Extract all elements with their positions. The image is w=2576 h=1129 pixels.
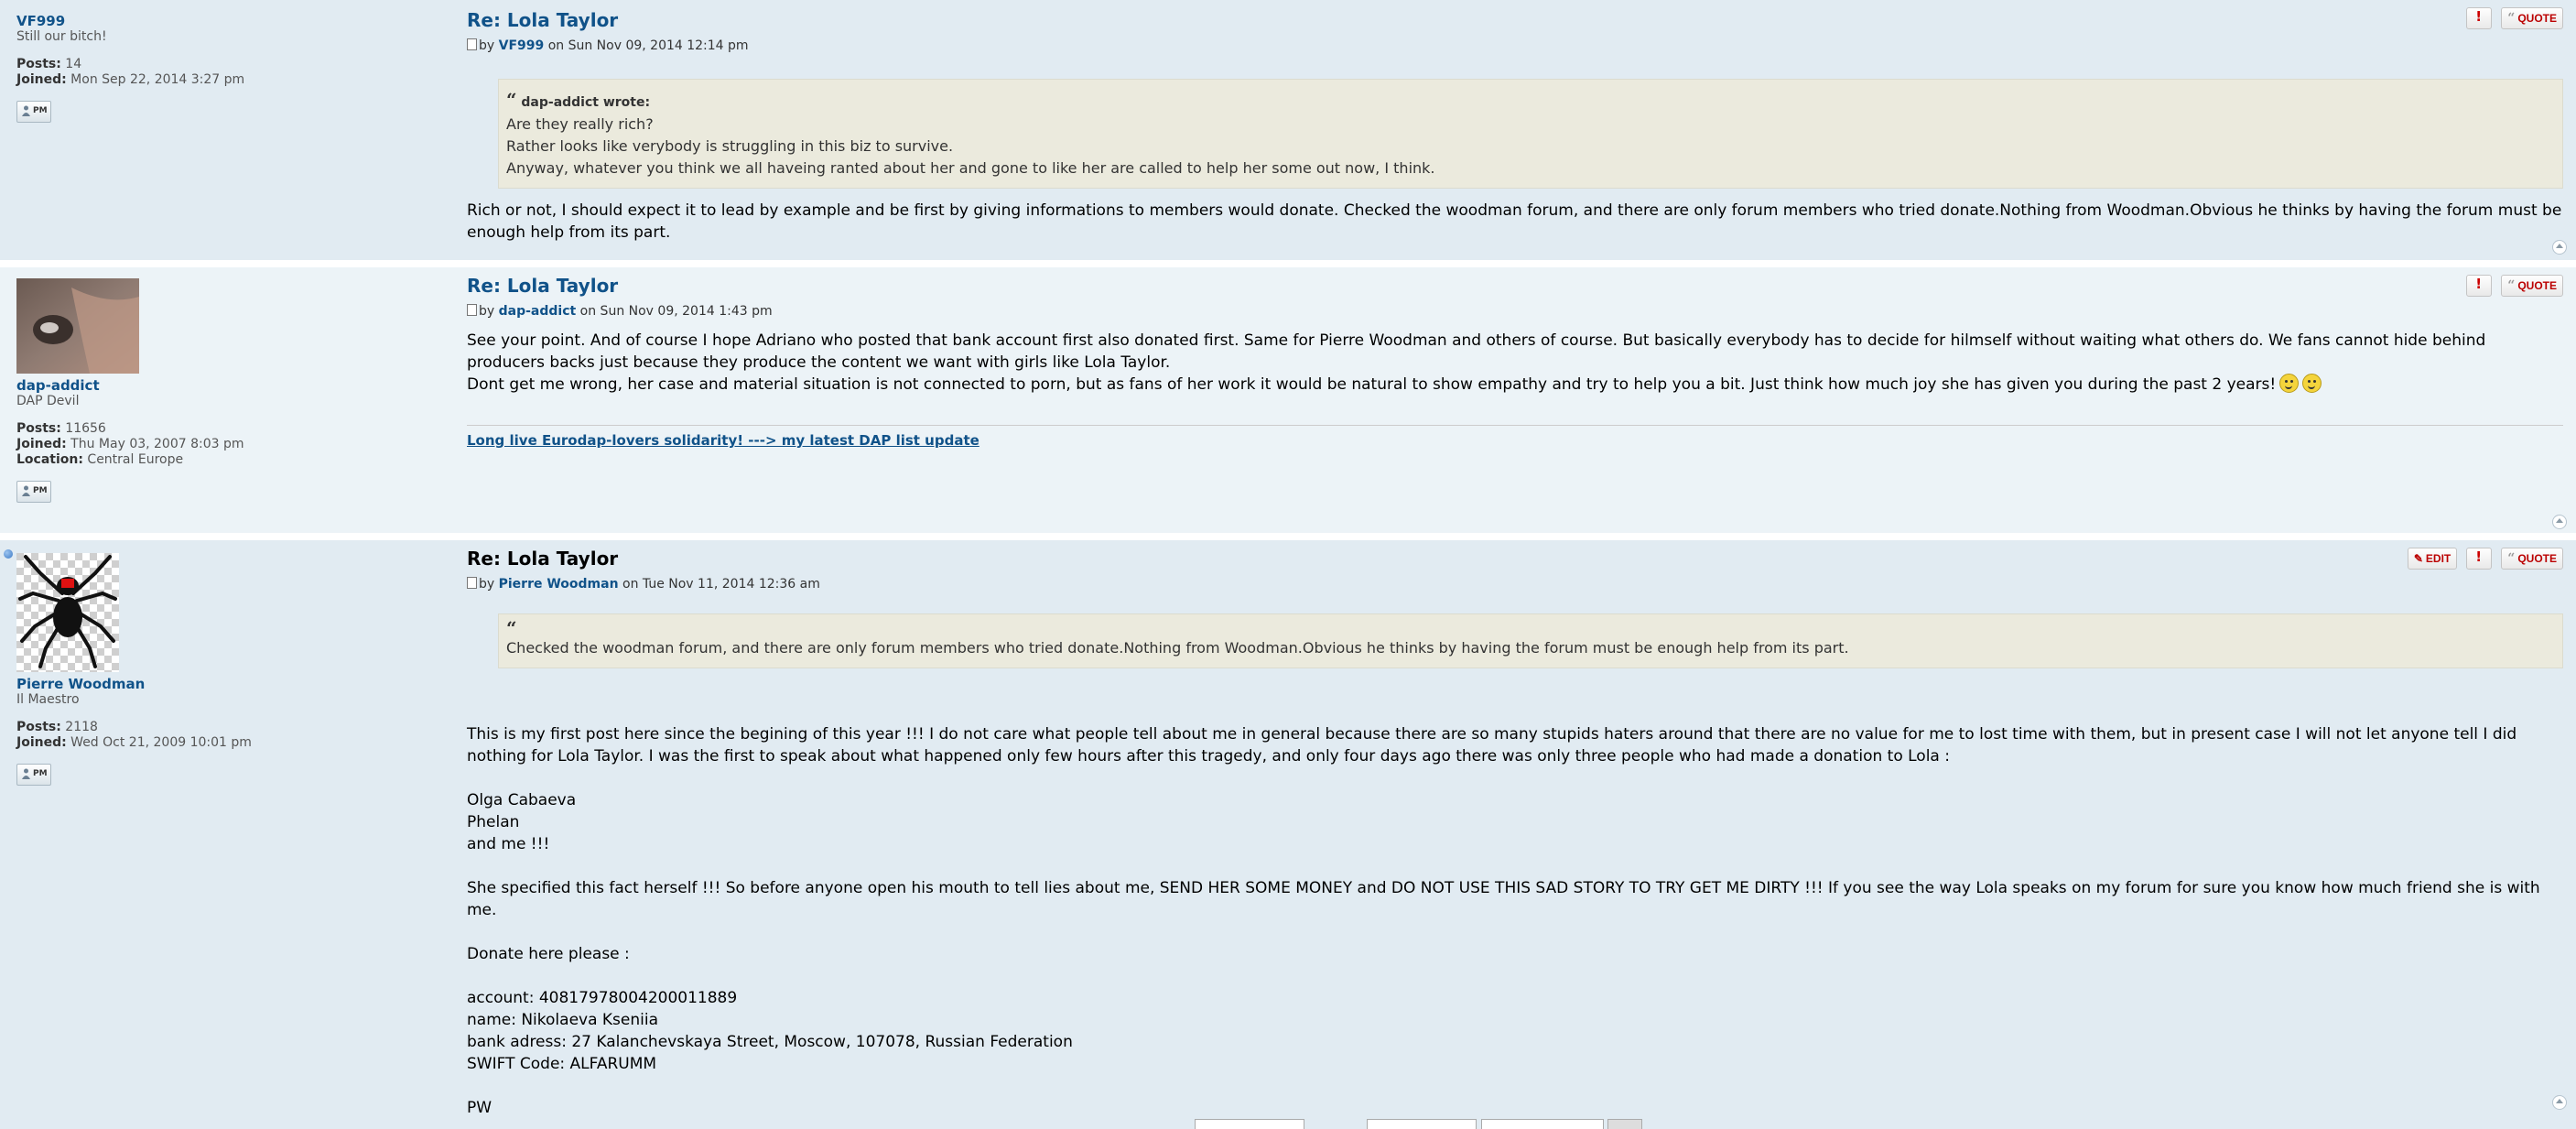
post-content: Rich or not, I should expect it to lead … [467, 201, 2562, 242]
post-body: Re: Lola Taylor by dap-addict on Sun Nov… [467, 275, 2563, 522]
post-quote: “ dap-addict wrote: Are they really rich… [498, 79, 2563, 189]
go-button[interactable] [1607, 1119, 1642, 1129]
author-rank: Il Maestro [16, 692, 80, 707]
smiley-icon [2302, 374, 2322, 393]
post-profile: Pierre Woodman Il Maestro Posts: 2118 Jo… [16, 553, 447, 789]
bank-line: name: Nikolaeva Kseniia [467, 1011, 659, 1029]
post-icon [467, 577, 477, 589]
report-button[interactable] [2466, 548, 2493, 570]
post-author-line: by VF999 on Sun Nov 09, 2014 12:14 pm [467, 38, 2563, 53]
post-quote: “ Checked the woodman forum, and there a… [498, 613, 2563, 668]
list-item: Olga Cabaeva [467, 791, 577, 809]
post-title[interactable]: Re: Lola Taylor [467, 275, 2563, 297]
post-author-line: by Pierre Woodman on Tue Nov 11, 2014 12… [467, 577, 2563, 592]
quote-icon: “ [2507, 278, 2516, 293]
user-icon [22, 485, 30, 496]
author-link[interactable]: VF999 [499, 38, 545, 53]
post-sign: PW [467, 1099, 492, 1117]
quote-button[interactable]: “QUOTE [2501, 275, 2563, 297]
sort-select[interactable] [1367, 1119, 1477, 1129]
post-count: Posts: 2118 [16, 720, 98, 734]
post-buttons: ✎EDIT “QUOTE [2407, 548, 2563, 570]
quote-line: Are they really rich? [506, 115, 654, 133]
post-2: dap-addict DAP Devil Posts: 11656 Joined… [0, 267, 2576, 533]
list-item: and me !!! [467, 835, 550, 853]
list-item: Phelan [467, 813, 520, 831]
quote-cite: “ dap-addict wrote: [506, 89, 651, 111]
avatar[interactable] [16, 278, 139, 374]
author-link[interactable]: dap-addict [499, 304, 577, 319]
signature: Long live Eurodap-lovers solidarity! ---… [467, 425, 2563, 449]
author-name[interactable]: Pierre Woodman [16, 676, 447, 692]
back-to-top-icon[interactable] [2552, 1095, 2567, 1110]
user-icon [22, 105, 30, 116]
author-rank: DAP Devil [16, 394, 80, 408]
quote-line: Rather looks like verybody is struggling… [506, 137, 954, 155]
post-title[interactable]: Re: Lola Taylor [467, 548, 2563, 570]
pm-button[interactable]: PM [16, 101, 51, 123]
avatar[interactable] [16, 553, 119, 672]
post-buttons: “QUOTE [2466, 275, 2563, 297]
report-button[interactable] [2466, 7, 2493, 29]
pm-button[interactable]: PM [16, 481, 51, 503]
post-1: VF999 Still our bitch! Posts: 14 Joined:… [0, 0, 2576, 260]
quote-icon: “ [2507, 551, 2516, 566]
author-link[interactable]: Pierre Woodman [499, 577, 619, 592]
direction-select[interactable] [1481, 1119, 1604, 1129]
bank-line: account: 40817978004200011889 [467, 989, 738, 1007]
back-to-top-icon[interactable] [2552, 515, 2567, 529]
footer-controls [0, 1119, 2576, 1129]
report-button[interactable] [2466, 275, 2493, 297]
smiley-icon [2279, 374, 2300, 393]
quote-icon: “ [506, 89, 517, 111]
display-select[interactable] [1195, 1119, 1304, 1129]
post-3: Pierre Woodman Il Maestro Posts: 2118 Jo… [0, 540, 2576, 1119]
online-indicator-icon [4, 549, 13, 559]
back-to-top-icon[interactable] [2552, 240, 2567, 255]
author-name[interactable]: VF999 [16, 13, 447, 29]
quote-line: Anyway, whatever you think we all havein… [506, 159, 1435, 177]
edit-button[interactable]: ✎ EDIT [2407, 548, 2458, 570]
joined-date: Joined: Thu May 03, 2007 8:03 pm [16, 437, 244, 451]
quote-button[interactable]: “QUOTE [2501, 7, 2563, 29]
post-body: Re: Lola Taylor by VF999 on Sun Nov 09, … [467, 9, 2563, 256]
post-buttons: “QUOTE [2466, 7, 2563, 29]
author-name[interactable]: dap-addict [16, 377, 447, 394]
post-author-line: by dap-addict on Sun Nov 09, 2014 1:43 p… [467, 304, 2563, 319]
post-content: See your point. And of course I hope Adr… [467, 331, 2486, 394]
post-count: Posts: 14 [16, 57, 82, 71]
joined-date: Joined: Mon Sep 22, 2014 3:27 pm [16, 72, 245, 87]
quote-button[interactable]: “QUOTE [2501, 548, 2563, 570]
post-icon [467, 304, 477, 316]
post-icon [467, 38, 477, 50]
author-rank: Still our bitch! [16, 29, 107, 44]
user-icon [22, 768, 30, 779]
quote-text: Checked the woodman forum, and there are… [506, 639, 1849, 657]
quote-icon: “ [2507, 11, 2516, 26]
pencil-icon: ✎ [2413, 552, 2423, 565]
post-profile: dap-addict DAP Devil Posts: 11656 Joined… [16, 278, 447, 506]
bank-line: SWIFT Code: ALFARUMM [467, 1055, 657, 1073]
bank-line: bank adress: 27 Kalanchevskaya Street, M… [467, 1033, 1073, 1051]
post-title[interactable]: Re: Lola Taylor [467, 9, 2563, 31]
post-count: Posts: 11656 [16, 421, 106, 436]
signature-link[interactable]: Long live Eurodap-lovers solidarity! ---… [467, 432, 980, 449]
location: Location: Central Europe [16, 452, 184, 467]
post-profile: VF999 Still our bitch! Posts: 14 Joined:… [16, 13, 447, 126]
pm-button[interactable]: PM [16, 764, 51, 786]
joined-date: Joined: Wed Oct 21, 2009 10:01 pm [16, 735, 252, 750]
post-content: This is my first post here since the beg… [467, 723, 2563, 1119]
post-body: Re: Lola Taylor by Pierre Woodman on Tue… [467, 548, 2563, 1117]
quote-icon: “ [506, 617, 517, 639]
